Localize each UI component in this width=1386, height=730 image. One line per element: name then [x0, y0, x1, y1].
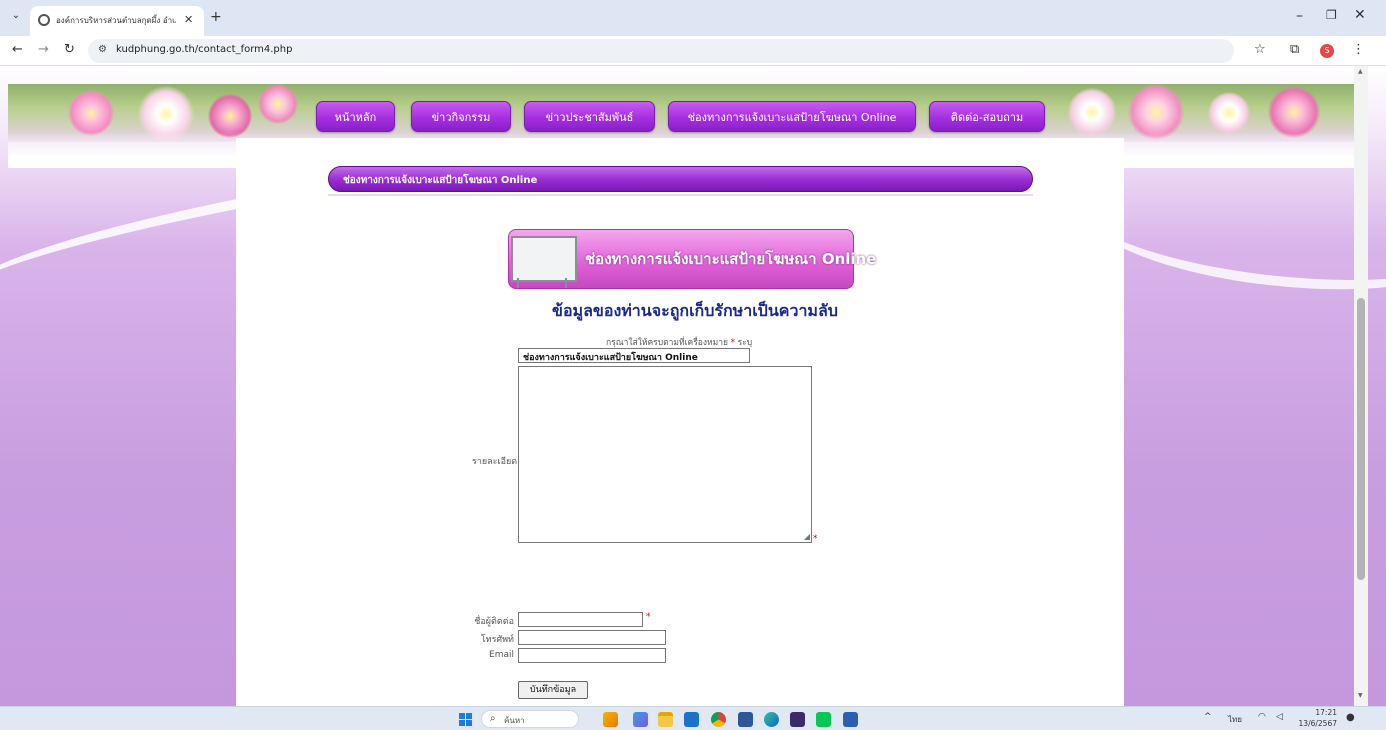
- hint-prefix: กรุณาใส่ให้ครบตามที่เครื่องหมาย: [606, 338, 728, 348]
- phone-label: โทรศัพท์: [480, 635, 514, 645]
- billboard-leg: [565, 278, 567, 288]
- section-header: ช่องทางการแจ้งเบาะแสป้ายโฆษณา Online: [328, 166, 1033, 192]
- language-indicator[interactable]: ไทย: [1228, 713, 1242, 726]
- clock-date[interactable]: 13/6/2567: [1297, 719, 1337, 728]
- phone-field[interactable]: [518, 630, 666, 645]
- new-tab-icon[interactable]: +: [210, 9, 222, 25]
- tray-chevron-icon[interactable]: ^: [1204, 712, 1212, 722]
- windows-taskbar: ⌕ ค้นหา ^ ไทย ◠ ◁ 17:21 13/6/2567 ●: [0, 706, 1386, 730]
- volume-icon[interactable]: ◁: [1276, 712, 1283, 722]
- notification-bell-icon[interactable]: ●: [1346, 712, 1355, 723]
- browser-tabstrip: ⌄ องค์การบริหารส่วนตำบลกุดผึ้ง อำเภอ ✕ +…: [0, 0, 1386, 36]
- windows-start-icon[interactable]: [459, 713, 472, 726]
- edge-icon[interactable]: [764, 712, 779, 727]
- globe-icon: [38, 14, 50, 26]
- required-asterisk: *: [646, 612, 651, 622]
- email-label: Email: [489, 650, 514, 660]
- flower-decoration: [258, 84, 298, 124]
- search-icon: ⌕: [490, 713, 496, 724]
- section-title: ช่องทางการแจ้งเบาะแสป้ายโฆษณา Online: [343, 175, 538, 186]
- billboard-leg: [517, 278, 519, 288]
- promo-text: ช่องทางการแจ้งเบาะแสป้ายโฆษณา Online: [585, 250, 877, 268]
- required-hint: กรุณาใส่ให้ครบตามที่เครื่องหมาย * ระบุ: [606, 335, 752, 349]
- scroll-thumb[interactable]: [1357, 298, 1365, 580]
- nav-home[interactable]: หน้าหลัก: [316, 101, 395, 132]
- flower-decoration: [68, 90, 114, 136]
- flower-decoration: [1068, 88, 1116, 136]
- main-content: ช่องทางการแจ้งเบาะแสป้ายโฆษณา Online ช่อ…: [236, 138, 1124, 706]
- nav-contact[interactable]: ติดต่อ-สอบถาม: [929, 101, 1045, 132]
- nav-public-relations[interactable]: ข่าวประชาสัมพันธ์: [524, 101, 655, 132]
- maximize-icon[interactable]: ❐: [1326, 8, 1337, 22]
- news-weather-icon[interactable]: [603, 712, 618, 727]
- flower-decoration: [1268, 86, 1320, 138]
- tab-title: องค์การบริหารส่วนตำบลกุดผึ้ง อำเภอ: [56, 16, 176, 25]
- search-placeholder: ค้นหา: [504, 716, 525, 725]
- extensions-icon[interactable]: ⧉: [1290, 42, 1299, 57]
- flower-decoration: [1208, 92, 1250, 134]
- terminal-icon[interactable]: [790, 712, 805, 727]
- page-viewport: หน้าหลัก ข่าวกิจกรรม ข่าวประชาสัมพันธ์ ช…: [0, 66, 1386, 706]
- divider: [328, 194, 1033, 196]
- store-icon[interactable]: [738, 712, 753, 727]
- clock-time[interactable]: 17:21: [1297, 708, 1337, 717]
- page-scrollbar[interactable]: ▲ ▼: [1354, 66, 1368, 706]
- word-icon[interactable]: [843, 712, 858, 727]
- chrome-icon[interactable]: [711, 712, 726, 727]
- required-asterisk: *: [730, 338, 735, 348]
- required-asterisk: *: [813, 534, 818, 544]
- forward-arrow-icon[interactable]: →: [38, 42, 49, 57]
- email-field[interactable]: [518, 648, 666, 663]
- nav-report-ads-online[interactable]: ช่องทางการแจ้งเบาะแสป้ายโฆษณา Online: [668, 101, 916, 132]
- browser-tab[interactable]: องค์การบริหารส่วนตำบลกุดผึ้ง อำเภอ ✕: [30, 6, 204, 36]
- url-text: kudphung.go.th/contact_form4.php: [116, 44, 293, 55]
- taskbar-search[interactable]: ⌕ ค้นหา: [481, 710, 579, 728]
- minimize-icon[interactable]: –: [1296, 8, 1303, 24]
- nav-activities[interactable]: ข่าวกิจกรรม: [411, 101, 511, 132]
- contact-name-label: ชื่อผู้ติดต่อ: [474, 617, 514, 627]
- bookmark-star-icon[interactable]: ☆: [1254, 42, 1266, 57]
- menu-kebab-icon[interactable]: ⋮: [1352, 42, 1365, 57]
- profile-avatar[interactable]: S: [1320, 44, 1334, 58]
- site-info-icon[interactable]: ⚙: [98, 44, 107, 55]
- browser-toolbar: ← → ↻ ⚙ kudphung.go.th/contact_form4.php…: [0, 36, 1386, 66]
- submit-button[interactable]: บันทึกข้อมูล: [518, 681, 588, 699]
- scroll-up-arrow-icon[interactable]: ▲: [1358, 68, 1363, 75]
- mail-icon[interactable]: [684, 712, 699, 727]
- tab-search-icon[interactable]: ⌄: [8, 10, 24, 26]
- detail-label: รายละเอียด: [472, 457, 518, 467]
- paint-icon[interactable]: [633, 712, 648, 727]
- window-close-icon[interactable]: ✕: [1354, 7, 1366, 23]
- file-explorer-icon[interactable]: [658, 712, 673, 727]
- resize-handle-icon[interactable]: ◢: [804, 532, 810, 541]
- subject-field[interactable]: ช่องทางการแจ้งเบาะแสป้ายโฆษณา Online: [518, 348, 750, 363]
- detail-textarea[interactable]: ◢: [518, 366, 812, 543]
- hint-suffix: ระบุ: [737, 338, 753, 348]
- reload-icon[interactable]: ↻: [64, 42, 75, 57]
- privacy-notice: ข้อมูลของท่านจะถูกเก็บรักษาเป็นความลับ: [552, 301, 838, 320]
- line-icon[interactable]: [816, 712, 831, 727]
- close-icon[interactable]: ✕: [184, 13, 193, 26]
- contact-name-field[interactable]: [518, 612, 643, 627]
- scroll-down-arrow-icon[interactable]: ▼: [1358, 692, 1363, 699]
- promo-banner: ช่องทางการแจ้งเบาะแสป้ายโฆษณา Online: [508, 229, 876, 289]
- billboard-icon: [511, 236, 577, 282]
- wifi-icon[interactable]: ◠: [1258, 712, 1266, 722]
- back-arrow-icon[interactable]: ←: [12, 42, 23, 57]
- address-bar[interactable]: ⚙ kudphung.go.th/contact_form4.php: [88, 39, 1234, 63]
